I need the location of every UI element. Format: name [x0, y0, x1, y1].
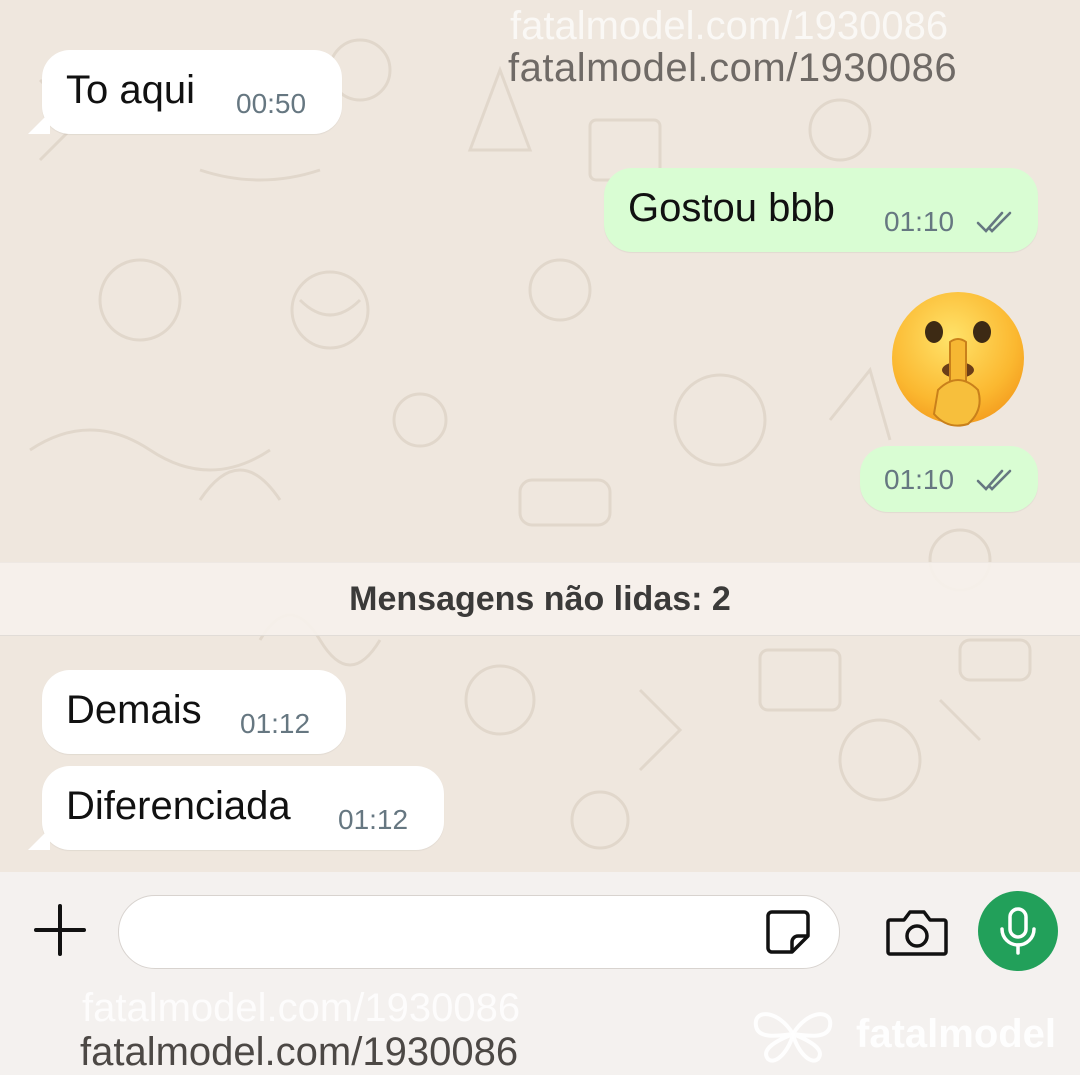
message-time: 01:10: [884, 206, 955, 237]
watermark-top: fatalmodel.com/1930086: [508, 46, 958, 90]
message-bubble-incoming[interactable]: Diferenciada 01:12: [42, 766, 444, 850]
message-text: Demais: [66, 688, 202, 732]
plus-icon[interactable]: [30, 900, 90, 960]
unread-messages-banner: Mensagens não lidas: 2: [0, 562, 1080, 636]
camera-icon[interactable]: [884, 906, 950, 958]
double-check-icon: [976, 469, 1012, 491]
sticker-icon[interactable]: [762, 906, 814, 958]
message-text: Diferenciada: [66, 784, 291, 828]
microphone-button[interactable]: [978, 891, 1058, 971]
message-input[interactable]: [118, 895, 840, 969]
message-bubble-incoming[interactable]: To aqui 00:50: [42, 50, 342, 134]
watermark-bottom: fatalmodel.com/1930086: [80, 1030, 519, 1074]
message-time: 01:12: [338, 804, 409, 835]
message-bubble-incoming[interactable]: Demais 01:12: [42, 670, 346, 754]
unread-messages-label: Mensagens não lidas: 2: [349, 579, 731, 618]
shushing-face-icon: [892, 292, 1024, 427]
microphone-icon: [1000, 907, 1036, 955]
bubble-tail: [28, 828, 50, 850]
message-bubble-outgoing-time[interactable]: 01:10: [860, 446, 1038, 512]
message-time: 00:50: [236, 88, 307, 119]
message-time: 01:10: [884, 464, 955, 495]
double-check-icon: [976, 211, 1012, 233]
message-time: 01:12: [240, 708, 311, 739]
bubble-tail: [28, 112, 50, 134]
watermark-bottom-ghost: fatalmodel.com/1930086: [82, 986, 521, 1030]
brand-name: fatalmodel: [856, 1011, 1057, 1056]
butterfly-logo-icon: [753, 1012, 833, 1063]
shushing-face-emoji[interactable]: [888, 290, 1028, 430]
watermark-top-ghost: fatalmodel.com/1930086: [510, 4, 949, 48]
message-text: Gostou bbb: [628, 186, 835, 230]
brand-logo: fatalmodel: [748, 1004, 1056, 1064]
message-text: To aqui: [66, 68, 195, 112]
message-bubble-outgoing[interactable]: Gostou bbb 01:10: [604, 168, 1038, 252]
